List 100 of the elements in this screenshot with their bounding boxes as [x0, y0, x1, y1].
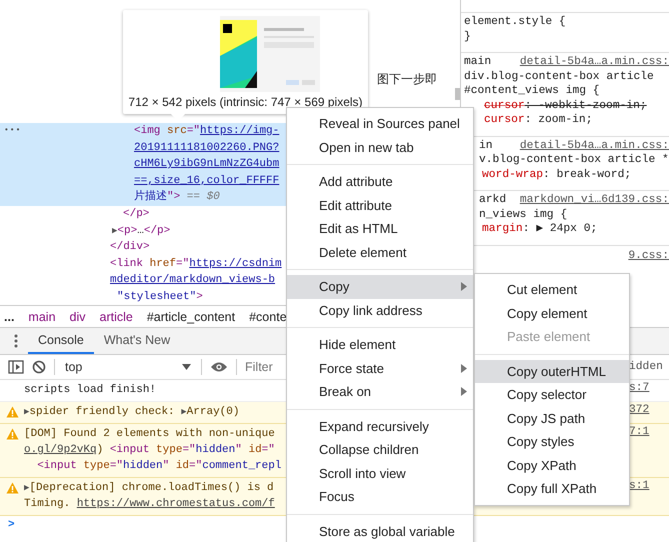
menu-item[interactable]: Edit as HTML — [287, 217, 473, 240]
menu-item[interactable]: Add attribute — [287, 170, 473, 194]
menu-item[interactable]: Copy element — [475, 302, 629, 325]
eye-icon[interactable] — [210, 361, 228, 373]
code-text: src — [167, 125, 187, 137]
submenu-arrow-icon — [461, 387, 467, 396]
code-text: id — [248, 444, 262, 456]
console-message: <input type="hidden" id="comment_repl — [37, 460, 282, 472]
breadcrumb-item[interactable]: div — [70, 310, 86, 324]
panel-tab[interactable]: What's New — [94, 328, 180, 354]
code-text: <link — [110, 258, 144, 270]
menu-item[interactable]: Scroll into view — [287, 462, 473, 485]
css-selector-line: n_views img { — [479, 208, 568, 220]
code-line: </p> — [123, 208, 150, 220]
css-selector-line: element.style { — [464, 16, 566, 28]
menu-item[interactable]: Copy full XPath — [475, 477, 629, 500]
warning-icon — [6, 406, 19, 418]
css-selector-line: div.blog-content-box article — [464, 70, 654, 82]
source-link[interactable]: s:1 — [629, 480, 650, 492]
source-link[interactable]: markdown_vi…6d139.css: — [520, 193, 669, 208]
code-text: =" — [182, 444, 196, 456]
scrollbar-thumb[interactable] — [455, 88, 460, 100]
menu-item[interactable]: Store as global variable — [287, 520, 473, 542]
menu-item[interactable]: Copy selector — [475, 383, 629, 406]
breadcrumb-item[interactable]: main — [28, 310, 56, 324]
menu-item[interactable]: Expand recursively — [287, 414, 473, 438]
url-link[interactable]: https://www.chromestatus.com/f — [76, 498, 275, 510]
code-line: "stylesheet"> — [117, 290, 203, 303]
context-dropdown[interactable]: top — [63, 360, 193, 374]
css-selector-line: #content_views img { — [464, 85, 600, 97]
menu-item[interactable]: Edit attribute — [287, 194, 473, 217]
menu-item[interactable]: Force state — [287, 356, 473, 380]
menu-item[interactable]: Delete element — [287, 240, 473, 264]
code-text: type — [156, 444, 182, 456]
code-text: Timing. — [24, 498, 72, 510]
menu-item[interactable]: Copy — [287, 275, 473, 298]
code-text: ) — [96, 444, 104, 456]
menu-item[interactable]: Hide element — [287, 333, 473, 356]
menu-item[interactable]: Copy outerHTML — [475, 360, 629, 383]
clear-console-icon[interactable] — [32, 360, 46, 374]
style-declaration[interactable]: cursor: zoom-in; — [484, 114, 592, 126]
url-link[interactable]: 20191111181002260.PNG? — [134, 142, 280, 154]
css-selector-line: v.blog-content-box article * — [479, 154, 669, 166]
console-prompt[interactable]: > — [8, 519, 15, 531]
code-text: =" — [262, 444, 275, 456]
console-message: ▶spider friendly check: ▶Array(0) — [24, 406, 240, 418]
menu-item[interactable]: Copy link address — [287, 298, 473, 322]
code-text: =" — [186, 125, 200, 137]
menu-item[interactable]: Cut element — [475, 278, 629, 302]
submenu-arrow-icon — [461, 282, 467, 291]
rule-selector: main — [464, 55, 492, 70]
menu-item[interactable]: Copy XPath — [475, 454, 629, 477]
selected-node-marker: ••• — [4, 125, 22, 137]
rule-selector: in — [479, 138, 493, 153]
source-link[interactable]: 372 — [629, 404, 650, 416]
url-link[interactable]: ==,size_16,color_FFFFF — [134, 174, 280, 187]
console-message: ▶[Deprecation] chrome.loadTimes() is d — [24, 482, 274, 494]
menu-item[interactable]: Copy styles — [475, 430, 629, 454]
rule-selector: arkd — [479, 193, 506, 208]
console-message: scripts load finish! — [24, 384, 156, 396]
breadcrumb-item[interactable]: #article_content — [146, 310, 236, 324]
code-text: <img — [134, 125, 162, 137]
code-text: hidden — [196, 444, 236, 456]
url-link[interactable]: mdeditor/markdown_views-b — [110, 274, 276, 286]
code-text: <input — [110, 444, 150, 456]
sidebar-toggle-icon[interactable] — [8, 360, 24, 374]
source-link[interactable]: detail-5b4a…a.min.css: — [520, 55, 669, 70]
menu-item[interactable]: Break on — [287, 380, 473, 404]
menu-item[interactable]: Copy JS path — [475, 406, 629, 430]
breadcrumb-item[interactable]: #conte — [249, 310, 287, 324]
console-message: [DOM] Found 2 elements with non-unique — [24, 428, 275, 440]
breadcrumb-item[interactable]: article — [100, 310, 133, 324]
source-link[interactable]: s:7 — [629, 382, 650, 394]
panel-tab[interactable]: Console — [28, 328, 94, 354]
style-declaration[interactable]: word-wrap: break-word; — [482, 168, 632, 180]
style-declaration[interactable]: margin: ▶ 24px 0; — [482, 223, 598, 235]
source-link[interactable]: 9.css: — [628, 250, 669, 262]
caret-icon — [182, 364, 191, 370]
code-text: " — [235, 444, 243, 456]
page-text: 图下一步即 — [377, 71, 437, 88]
image-size-caption: 712 × 542 pixels (intrinsic: 747 × 569 pixels) — [128, 95, 363, 109]
url-link[interactable]: o.gl/9p2vKq — [24, 444, 97, 456]
warning-icon — [6, 482, 19, 494]
css-selector-line: } — [464, 30, 471, 42]
code-line: </div> — [110, 241, 150, 254]
url-link[interactable]: https://csdnim — [189, 258, 282, 270]
submenu-arrow-icon — [461, 364, 467, 372]
menu-item[interactable]: Reveal in Sources panel — [287, 112, 473, 136]
source-link[interactable]: 7:1 — [629, 426, 650, 438]
source-link[interactable]: detail-5b4a…a.min.css: — [520, 138, 669, 153]
menu-item[interactable]: Collapse children — [287, 438, 473, 462]
url-link[interactable]: https://img- — [200, 125, 280, 137]
menu-item[interactable]: Open in new tab — [287, 136, 473, 159]
code-line: ▶<p>…</p> — [112, 224, 170, 237]
code-line: 片描述"> == $0 — [134, 191, 220, 204]
code-text: =" — [176, 258, 190, 270]
menu-item[interactable]: Focus — [287, 485, 473, 508]
hidden-count-text: idden — [629, 361, 664, 373]
breadcrumb-item[interactable]: ... — [4, 310, 14, 324]
more-options-icon[interactable] — [14, 334, 18, 348]
